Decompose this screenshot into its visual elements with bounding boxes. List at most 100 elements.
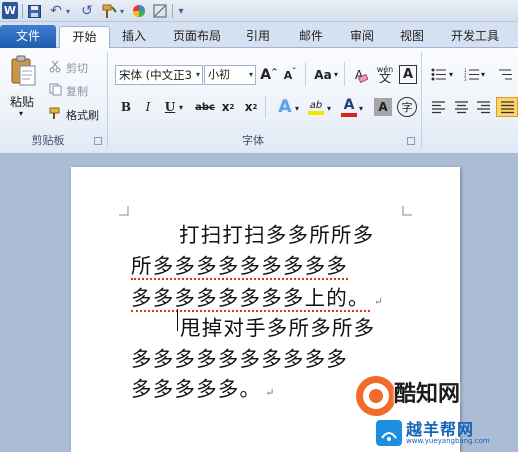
ribbon-home: 粘贴 ▾ 剪切 复制 格式刷 剪贴板 宋体 (中文正3 ▾ 小初 ▾ A ^ Aˇ A… — [0, 48, 518, 154]
tab-developer[interactable]: 开发工具 — [444, 26, 506, 48]
site-watermark: 酷知网 越羊帮网 www.yueyangbang.com — [354, 372, 518, 452]
line-text: 甩掉对手多所多所多 — [180, 316, 376, 340]
line-text: 打扫打扫多多所所多 — [179, 223, 375, 247]
line-text: 所多多多多多多多多多 — [131, 254, 348, 280]
redo-icon[interactable]: ↺ — [80, 3, 94, 19]
justify-icon[interactable] — [496, 97, 518, 117]
group-separator — [421, 52, 422, 148]
tab-insert[interactable]: 插入 — [112, 26, 156, 48]
undo-icon[interactable]: ↶ — [49, 3, 63, 19]
font-size-select[interactable]: 小初 ▾ — [204, 65, 256, 85]
painter-dropdown-icon[interactable]: ▾ — [118, 3, 126, 19]
font-size-value: 小初 — [208, 68, 230, 81]
qat-separator — [22, 4, 23, 18]
text-cursor — [177, 309, 178, 331]
format-painter-icon[interactable] — [100, 3, 118, 19]
save-icon[interactable] — [27, 3, 41, 19]
chevron-down-icon[interactable]: ▾ — [334, 70, 338, 79]
chevron-down-icon[interactable]: ▾ — [295, 104, 299, 113]
font-color-swatch — [341, 113, 357, 117]
chevron-down-icon[interactable]: ▾ — [359, 104, 363, 113]
up-arrow-icon: ^ — [271, 66, 278, 76]
chevron-down-icon[interactable]: ▾ — [327, 104, 331, 113]
chevron-down-icon[interactable]: ▾ — [179, 103, 183, 112]
customize-qat-icon[interactable]: ▾ — [176, 3, 186, 19]
strikethrough-button[interactable]: abc — [194, 99, 216, 115]
tab-view[interactable]: 视图 — [392, 26, 432, 48]
bold-button[interactable]: B — [118, 99, 134, 115]
clipboard-dialog-launcher-icon[interactable] — [94, 137, 102, 145]
tab-review[interactable]: 审阅 — [340, 26, 384, 48]
tab-home[interactable]: 开始 — [59, 26, 110, 48]
tab-file[interactable]: 文件 — [0, 25, 56, 48]
svg-text:3: 3 — [464, 77, 467, 81]
character-border-button[interactable]: A — [399, 65, 417, 84]
color-wheel-icon[interactable] — [131, 3, 147, 19]
clipboard-group-label: 剪贴板 — [31, 134, 65, 147]
group-separator — [107, 52, 108, 148]
paragraph-line: 打扫打扫多多所所多 — [179, 218, 374, 248]
watermark-logo-icon — [356, 376, 396, 416]
paragraph-line: 所多多多多多多多多多 — [131, 249, 348, 280]
watermark-brand: 酷知网 — [394, 382, 461, 407]
chevron-down-icon: ▾ — [248, 70, 253, 79]
paste-icon[interactable] — [7, 54, 39, 88]
underline-button[interactable]: U — [162, 99, 178, 115]
paragraph-line: 多多多多多多多多上的。 ↵ — [131, 281, 385, 312]
shrink-font-button[interactable]: Aˇ — [281, 66, 299, 84]
align-right-icon[interactable] — [475, 100, 491, 114]
tab-mailings[interactable]: 邮件 — [290, 26, 332, 48]
align-center-icon[interactable] — [453, 100, 469, 114]
bullets-icon[interactable] — [430, 67, 446, 81]
paste-dropdown-icon[interactable]: ▾ — [19, 109, 23, 118]
font-family-select[interactable]: 宋体 (中文正3 ▾ — [115, 65, 203, 85]
phonetic-guide-button[interactable]: wén 文 — [374, 63, 396, 85]
font-color-icon: A — [343, 97, 355, 113]
clear-formatting-button[interactable]: A — [350, 65, 368, 85]
superscript-icon: x — [244, 100, 253, 114]
margin-corner-mark — [119, 206, 129, 216]
tab-references[interactable]: 引用 — [238, 26, 278, 48]
font-dialog-launcher-icon[interactable] — [407, 137, 415, 145]
scissors-icon[interactable] — [48, 59, 62, 73]
italic-button[interactable]: I — [140, 99, 156, 115]
superscript-button[interactable]: x2 — [243, 99, 259, 115]
chevron-down-icon[interactable]: ▾ — [481, 70, 485, 79]
cut-button[interactable]: 剪切 — [66, 60, 88, 76]
word-logo-icon[interactable]: W — [2, 2, 18, 19]
character-shading-button[interactable]: A — [374, 98, 392, 116]
wifi-logo-icon — [376, 420, 402, 446]
undo-dropdown-icon[interactable]: ▾ — [64, 3, 72, 19]
numbering-icon[interactable]: 123 — [463, 67, 479, 81]
copy-icon[interactable] — [48, 82, 62, 96]
paragraph-line: 多多多多多。 ↵ — [131, 372, 276, 402]
change-case-button[interactable]: Aa — [312, 66, 334, 84]
chevron-down-icon[interactable]: ▾ — [449, 70, 453, 79]
font-family-value: 宋体 (中文正3 — [119, 68, 192, 82]
format-painter-brush-icon[interactable] — [48, 106, 62, 120]
chevron-down-icon: ▾ — [195, 70, 200, 79]
enclose-characters-button[interactable]: 字 — [397, 97, 417, 117]
draw-border-icon[interactable] — [152, 3, 168, 19]
watermark-url: www.yueyangbang.com — [406, 437, 490, 445]
copy-button[interactable]: 复制 — [66, 83, 88, 99]
quick-access-toolbar: W ↶ ▾ ↺ ▾ ▾ — [0, 0, 518, 22]
paragraph-line: 甩掉对手多所多所多 — [180, 311, 375, 341]
text-effects-button[interactable]: A — [276, 97, 294, 117]
align-left-icon[interactable] — [430, 100, 446, 114]
paste-button[interactable]: 粘贴 — [10, 93, 34, 110]
paragraph-mark-icon: ↵ — [373, 295, 385, 308]
grow-font-button[interactable]: A ^ — [260, 66, 278, 84]
group-separator — [344, 62, 345, 86]
format-painter-button[interactable]: 格式刷 — [66, 107, 99, 123]
qat-separator — [172, 4, 173, 18]
multilevel-list-icon[interactable] — [497, 67, 513, 81]
subscript-button[interactable]: x2 — [220, 99, 236, 115]
paragraph-line: 多多多多多多多多多多 — [131, 342, 348, 372]
paragraph-mark-icon: ↵ — [265, 386, 276, 399]
font-color-button[interactable]: A — [340, 96, 358, 118]
highlight-button[interactable]: ab — [306, 96, 326, 118]
shrink-font-icon: A — [283, 68, 293, 82]
tab-page-layout[interactable]: 页面布局 — [164, 26, 230, 48]
line-text: 多多多多多多多多多多 — [131, 347, 348, 371]
